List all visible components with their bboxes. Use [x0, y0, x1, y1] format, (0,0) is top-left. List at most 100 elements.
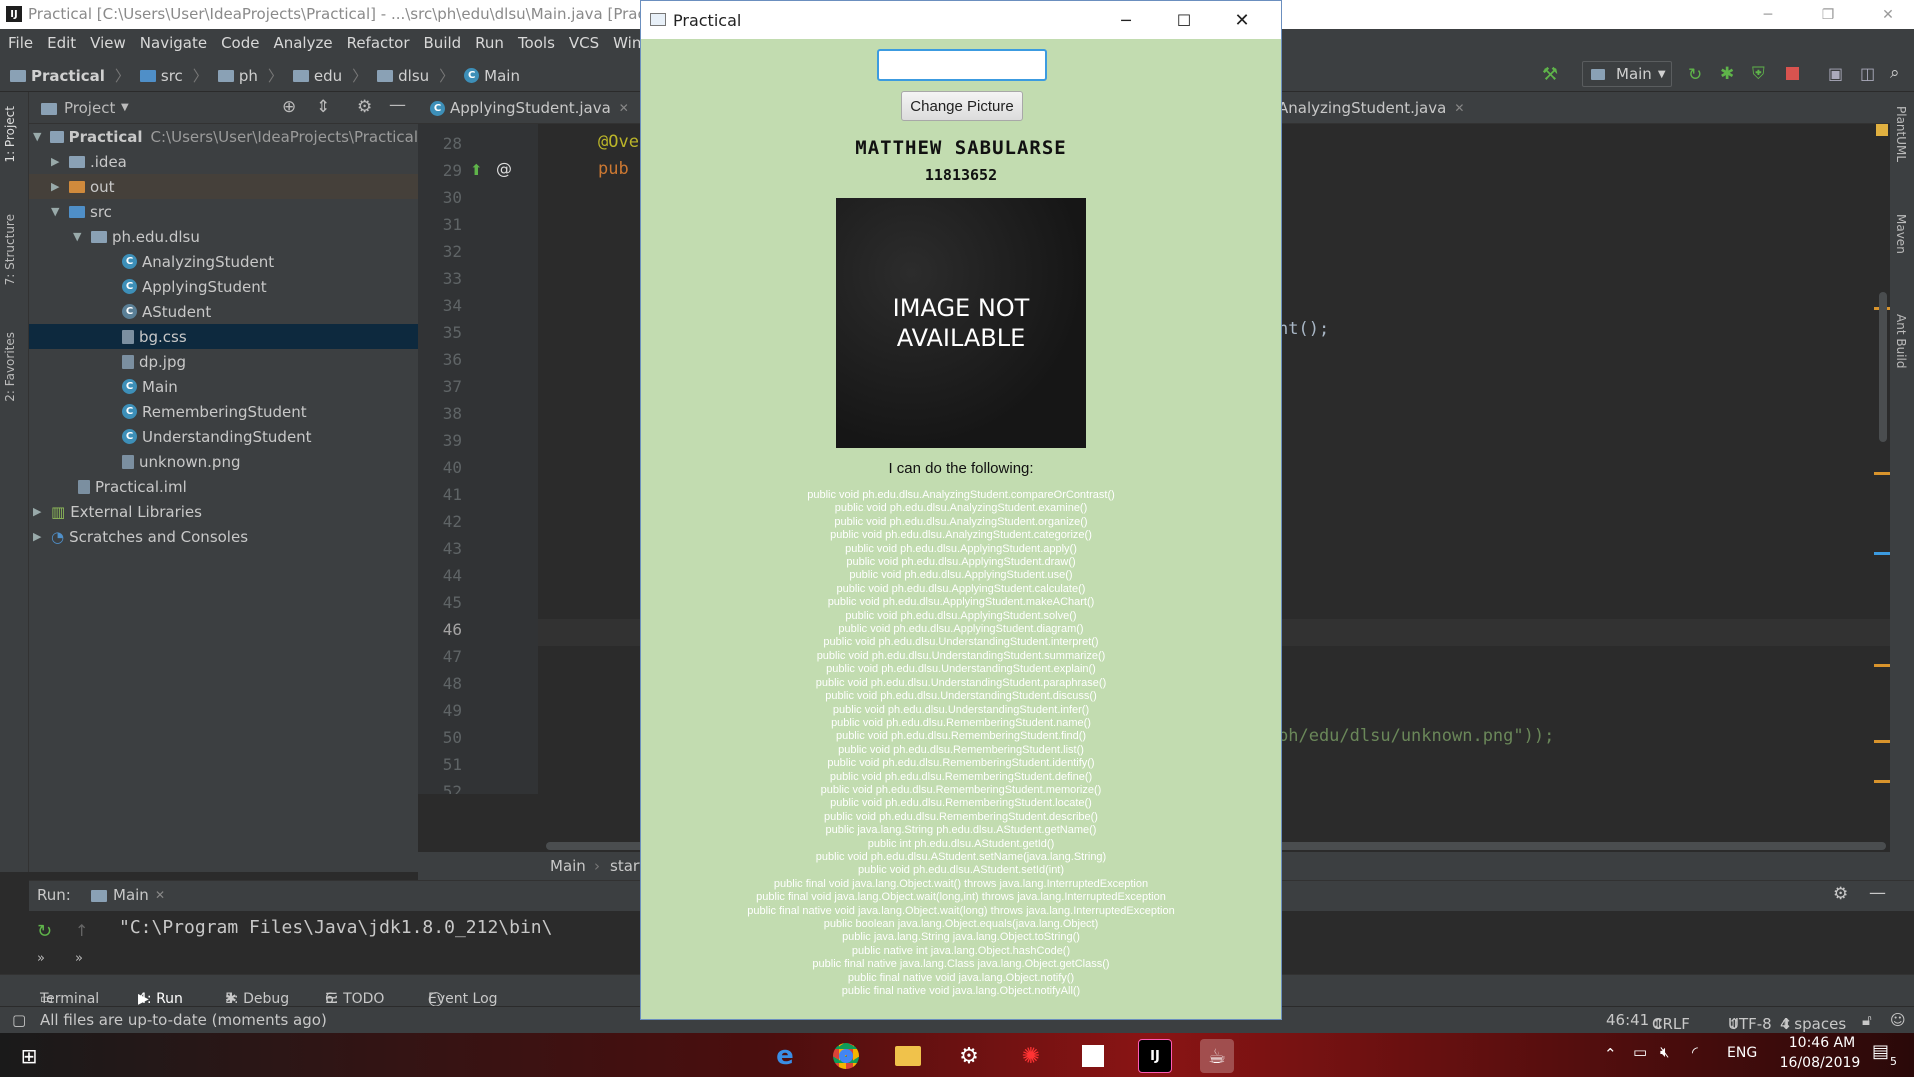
tree-item-practicaliml[interactable]: Practical.iml — [29, 474, 418, 499]
gear-icon[interactable]: ⚙ — [357, 97, 372, 117]
clock-date[interactable]: 16/08/2019 — [1770, 1055, 1870, 1071]
tab-applyingstudent[interactable]: C ApplyingStudent.java ✕ — [430, 92, 629, 124]
menu-tools[interactable]: Tools — [511, 34, 562, 52]
menu-analyze[interactable]: Analyze — [266, 34, 339, 52]
java-app-icon[interactable]: ☕ — [1200, 1039, 1234, 1073]
expand-icon[interactable]: » — [75, 951, 83, 966]
menu-code[interactable]: Code — [214, 34, 266, 52]
coverage-icon[interactable]: ⛨ — [1752, 64, 1765, 84]
minimize-icon[interactable]: ─ — [1111, 7, 1141, 33]
crumb-main[interactable]: Main — [484, 67, 520, 85]
stop-icon[interactable] — [1786, 67, 1799, 80]
expand-icon[interactable]: » — [37, 951, 45, 966]
network-icon[interactable]: ◜ — [1692, 1043, 1698, 1061]
console-output[interactable]: "C:\Program Files\Java\jdk1.8.0_212\bin\ — [119, 917, 552, 938]
file-explorer-icon[interactable] — [891, 1039, 925, 1073]
close-tab-icon[interactable]: ✕ — [155, 888, 165, 902]
steam-icon[interactable]: ⚙ — [952, 1039, 986, 1073]
debug-icon[interactable]: ✱ — [1720, 64, 1734, 84]
chevron-up-icon[interactable]: ⌃ — [1604, 1045, 1617, 1063]
code-string[interactable]: ph/edu/dlsu/unknown.png")); — [1278, 726, 1554, 746]
vertical-scrollbar[interactable] — [1879, 292, 1887, 442]
clock-time[interactable]: 10:46 AM — [1778, 1035, 1866, 1051]
close-tab-icon[interactable]: ✕ — [1454, 101, 1464, 115]
menu-vcs[interactable]: VCS — [562, 34, 606, 52]
warning-stripe-marker[interactable] — [1874, 740, 1890, 743]
minimize-icon[interactable]: ─ — [1745, 0, 1791, 29]
tree-item-bgcss[interactable]: bg.css — [29, 324, 418, 349]
inspection-warning-icon[interactable] — [1876, 124, 1888, 136]
crumb-practical[interactable]: Practical — [31, 67, 105, 85]
info-stripe-marker[interactable] — [1874, 552, 1890, 555]
warning-stripe-marker[interactable] — [1874, 664, 1890, 667]
hide-panel-icon[interactable]: — — [1869, 883, 1886, 903]
lock-icon[interactable]: 🔓︎ — [1862, 1011, 1872, 1029]
tree-item-practical[interactable]: ▼ Practical C:\Users\User\IdeaProjects\P… — [29, 124, 418, 149]
menu-edit[interactable]: Edit — [40, 34, 83, 52]
crumb-dlsu[interactable]: dlsu — [398, 67, 429, 85]
project-structure-icon[interactable]: ▣ — [1828, 64, 1843, 83]
editor-crumb-main[interactable]: Main — [550, 857, 586, 875]
tab-analyzingstudent[interactable]: AnalyzingStudent.java ✕ — [1278, 92, 1464, 124]
tab-structure[interactable]: 7: Structure — [3, 214, 17, 285]
gear-icon[interactable]: ⚙ — [1833, 884, 1848, 904]
notes-app-icon[interactable] — [1076, 1039, 1110, 1073]
annotation-gutter-icon[interactable]: @ — [496, 159, 512, 178]
run-tab-main[interactable]: Main — [113, 886, 149, 904]
tree-item-external-libraries[interactable]: ▶ ▥ External Libraries — [29, 499, 418, 524]
project-panel-title[interactable]: Project — [64, 99, 115, 117]
close-icon[interactable]: ✕ — [1865, 0, 1911, 29]
tree-item-out[interactable]: ▶ out — [29, 174, 418, 199]
build-hammer-icon[interactable]: ⚒ — [1542, 64, 1558, 85]
tree-item-applyingstudent[interactable]: C ApplyingStudent — [29, 274, 418, 299]
menu-build[interactable]: Build — [417, 34, 469, 52]
tree-item-rememberingstudent[interactable]: C RememberingStudent — [29, 399, 418, 424]
cursor-position[interactable]: 46:41 — [1606, 1011, 1649, 1029]
tree-item-astudent[interactable]: C AStudent — [29, 299, 418, 324]
tab-project[interactable]: 1: Project — [3, 106, 17, 163]
expanded-arrow-icon[interactable]: ▼ — [73, 230, 85, 243]
collapsed-arrow-icon[interactable]: ▶ — [33, 505, 45, 518]
rerun-icon[interactable]: ↻ — [1688, 65, 1702, 85]
menu-navigate[interactable]: Navigate — [133, 34, 214, 52]
picture-path-input[interactable] — [877, 49, 1047, 81]
edge-browser-icon[interactable]: e — [768, 1039, 802, 1073]
menu-file[interactable]: File — [0, 34, 40, 52]
warning-stripe-marker[interactable] — [1874, 780, 1890, 783]
tree-item-package[interactable]: ▼ ph.edu.dlsu — [29, 224, 418, 249]
notification-icon[interactable]: ▤ — [1872, 1041, 1889, 1062]
tab-favorites[interactable]: 2: Favorites — [3, 332, 17, 402]
code-keyword[interactable]: pub — [598, 159, 629, 179]
collapsed-arrow-icon[interactable]: ▶ — [33, 530, 45, 543]
code-annotation[interactable]: @Ove — [598, 132, 639, 152]
hector-icon[interactable]: ☺ — [1890, 1011, 1906, 1029]
chrome-icon[interactable] — [829, 1039, 863, 1073]
close-icon[interactable]: ✕ — [1227, 7, 1257, 33]
crumb-src[interactable]: src — [161, 67, 183, 85]
tree-item-analyzingstudent[interactable]: C AnalyzingStudent — [29, 249, 418, 274]
maximize-icon[interactable]: ☐ — [1169, 7, 1199, 33]
expanded-arrow-icon[interactable]: ▼ — [51, 205, 63, 218]
tree-item-dpjpg[interactable]: dp.jpg — [29, 349, 418, 374]
locate-icon[interactable]: ⊕ — [282, 97, 296, 117]
warning-stripe-marker[interactable] — [1874, 472, 1890, 475]
tree-item-src[interactable]: ▼ src — [29, 199, 418, 224]
menu-view[interactable]: View — [83, 34, 133, 52]
tree-item-idea[interactable]: ▶ .idea — [29, 149, 418, 174]
run-config-select[interactable]: Main ▼ — [1582, 61, 1672, 87]
code-fragment[interactable]: nt(); — [1278, 319, 1329, 339]
intellij-taskbar-icon[interactable]: IJ — [1138, 1039, 1172, 1073]
chevron-down-icon[interactable]: ▼ — [121, 102, 129, 113]
tree-item-understandingstudent[interactable]: C UnderstandingStudent — [29, 424, 418, 449]
override-gutter-icon[interactable]: ⬆ — [470, 161, 483, 179]
search-icon[interactable]: ⌕ — [1890, 63, 1900, 83]
language-indicator[interactable]: ENG — [1727, 1045, 1757, 1061]
collapse-all-icon[interactable]: ⇕ — [316, 97, 330, 117]
change-picture-button[interactable]: Change Picture — [901, 91, 1023, 121]
status-layout-icon[interactable]: ▢ — [12, 1011, 26, 1029]
collapsed-arrow-icon[interactable]: ▶ — [51, 155, 63, 168]
rerun-icon[interactable]: ↻ — [37, 921, 52, 942]
layout-icon[interactable]: ◫ — [1860, 64, 1875, 83]
tab-plantuml[interactable]: PlantUML — [1894, 106, 1908, 162]
collapsed-arrow-icon[interactable]: ▶ — [51, 180, 63, 193]
